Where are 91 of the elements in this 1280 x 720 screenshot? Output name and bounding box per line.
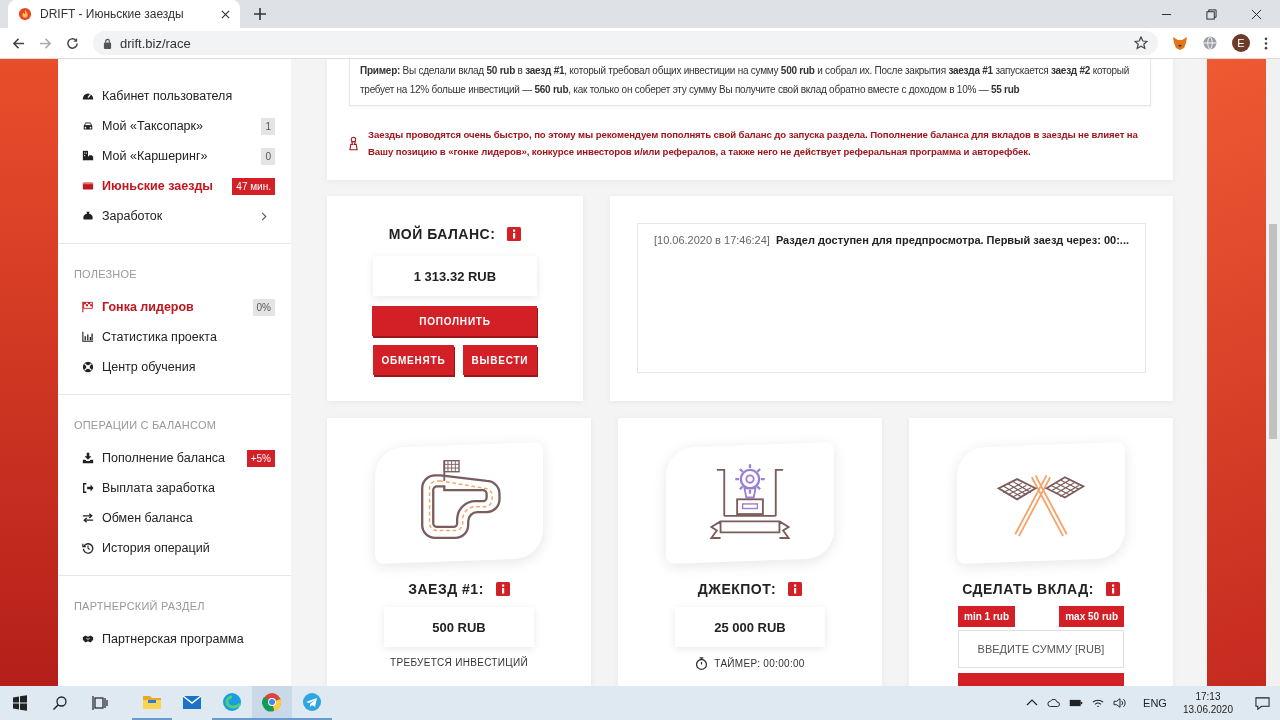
checkered-flag-icon (82, 301, 94, 313)
cloud-icon[interactable] (1047, 697, 1062, 709)
clock-time: 17:13 (1195, 690, 1221, 703)
exchange-button[interactable]: ОБМЕНЯТЬ (372, 345, 454, 375)
close-icon[interactable] (1251, 8, 1262, 20)
browser-tab[interactable]: DRIFT - Июньские заезды (8, 0, 240, 28)
card-caption: ТАЙМЕР: 00:00:00 (714, 658, 805, 669)
lock-icon (103, 37, 112, 49)
pawn-icon (349, 135, 358, 151)
card-title: МОЙ БАЛАНС: (388, 226, 496, 242)
top-up-button[interactable]: ПОПОЛНИТЬ (372, 306, 538, 336)
windows-logo-icon[interactable] (12, 695, 28, 711)
warning-text: Заезды проводятся очень быстро, по этому мы рекомендуем пополнять свой баланс до запуска раздела. Пополнение баланса для вкладов в заезды не влияет на Вашу позицию в «гонке лидеров», конкурсе инвесторов и/или рефералов, а также него не действует реферальная программа и авторефбек. (368, 128, 1139, 159)
mail-icon (182, 692, 202, 712)
bar-chart-icon (82, 331, 94, 343)
swap-arrows-icon (82, 512, 94, 524)
count-badge: 0% (252, 298, 275, 316)
sidebar-item[interactable]: История операций (74, 533, 275, 563)
sidebar-item[interactable]: Кабинет пользователя (74, 81, 275, 111)
card-title: ДЖЕКПОТ: (697, 581, 777, 597)
car-icon (82, 120, 94, 132)
lifebuoy-icon (82, 361, 94, 373)
card-caption: ТРЕБУЕТСЯ ИНВЕСТИЦИЙ (390, 657, 528, 668)
edge-browser-icon (222, 692, 242, 712)
count-badge: 47 мин. (232, 177, 275, 195)
taskbar-app[interactable] (252, 686, 292, 720)
sidebar-item[interactable]: Пополнение баланса +5% (74, 443, 275, 473)
url-text: drift.biz/race (120, 35, 191, 51)
new-tab-icon[interactable] (254, 8, 266, 20)
section-heading: ПОЛЕЗНОЕ (74, 268, 138, 280)
battery-icon[interactable] (1069, 697, 1084, 709)
language-indicator[interactable]: ENG (1143, 697, 1167, 709)
flame-icon (18, 7, 32, 21)
card-title: СДЕЛАТЬ ВКЛАД: (962, 581, 1094, 597)
task-view-icon[interactable] (92, 695, 108, 711)
example-text: Пример: Вы сделали вклад 50 rub в заезд #1, который требовал общих инвестиции на сумму 500 rub и собрал их. После закрытия заезда #1 запускается заезд #2 который требует на 12% больше инвестиций — 560 rub, как только он соберет эту сумму Вы получите свой вклад обратно вместе с доходом в 10% — 55 rub (360, 64, 1131, 97)
sidebar-item[interactable]: Заработок (74, 201, 275, 231)
history-icon (82, 542, 94, 554)
info-icon[interactable] (507, 227, 522, 241)
info-icon[interactable] (1105, 582, 1120, 596)
log-message: Раздел доступен для предпросмотра. Первый заезд через: 00:... (775, 234, 1129, 246)
notifications-icon[interactable] (1255, 695, 1270, 711)
fox-icon[interactable] (1172, 35, 1188, 51)
sidebar-item[interactable]: Мой «Таксопарк» 1 (74, 111, 275, 141)
restore-icon[interactable] (1206, 8, 1217, 20)
scrollbar-thumb[interactable] (1269, 224, 1277, 439)
bookmark-star-icon[interactable] (1134, 36, 1148, 50)
sidebar-item[interactable]: Июньские заезды 47 мин. (74, 171, 275, 201)
amount-value: 500 RUB (384, 607, 534, 647)
count-badge: 0 (261, 147, 275, 165)
section-heading: ОПЕРАЦИИ С БАЛАНСОМ (74, 419, 218, 431)
reload-icon[interactable] (66, 36, 79, 50)
count-badge: +5% (246, 449, 275, 467)
min-amount-badge: min 1 rub (958, 606, 1015, 627)
download-icon (82, 452, 94, 464)
clock-date: 13.06.2020 (1182, 703, 1233, 716)
wifi-icon[interactable] (1091, 697, 1106, 709)
clock[interactable]: 17:13 13.06.2020 (1182, 690, 1233, 716)
sidebar-item[interactable]: Статистика проекта (74, 322, 275, 352)
search-icon[interactable] (52, 695, 68, 711)
sidebar-item[interactable]: Гонка лидеров 0% (74, 292, 275, 322)
close-tab-icon[interactable] (221, 9, 230, 19)
max-amount-badge: max 50 rub (1059, 606, 1124, 627)
sidebar-item[interactable]: Мой «Каршеринг» 0 (74, 141, 275, 171)
tab-title: DRIFT - Июньские заезды (40, 7, 185, 21)
menu-icon[interactable] (1264, 36, 1268, 50)
log-timestamp: [10.06.2020 в 17:46:24] (653, 234, 770, 246)
building-car-icon (82, 150, 94, 162)
speaker-icon[interactable] (1113, 697, 1128, 709)
withdraw-button[interactable]: ВЫВЕСТИ (462, 345, 537, 375)
amount-value: 25 000 RUB (675, 607, 825, 647)
stopwatch-icon (695, 657, 709, 670)
globe-icon[interactable] (1202, 35, 1218, 51)
info-icon[interactable] (495, 582, 510, 596)
sidebar-item[interactable]: Выплата заработка (74, 473, 275, 503)
balance-amount: 1 313.32 RUB (372, 256, 537, 296)
chrome-browser-icon (262, 692, 282, 712)
wallet-icon (82, 180, 94, 192)
back-arrow-icon[interactable] (12, 36, 25, 50)
address-field[interactable]: drift.biz/race (93, 31, 1158, 55)
profile-avatar[interactable]: E (1232, 34, 1250, 52)
sidebar-item[interactable]: Обмен баланса (74, 503, 275, 533)
count-badge: 1 (261, 117, 275, 135)
card-title: ЗАЕЗД #1: (408, 581, 484, 597)
section-heading: ПАРТНЕРСКИЙ РАЗДЕЛ (74, 600, 206, 612)
sidebar-item[interactable]: Партнерская программа (74, 624, 275, 654)
amount-input[interactable]: ВВЕДИТЕ СУММУ [RUB] (958, 630, 1124, 668)
paper-plane-icon (302, 692, 322, 712)
sign-out-icon (82, 482, 94, 494)
info-icon[interactable] (788, 582, 803, 596)
sidebar-item[interactable]: Центр обучения (74, 352, 275, 382)
